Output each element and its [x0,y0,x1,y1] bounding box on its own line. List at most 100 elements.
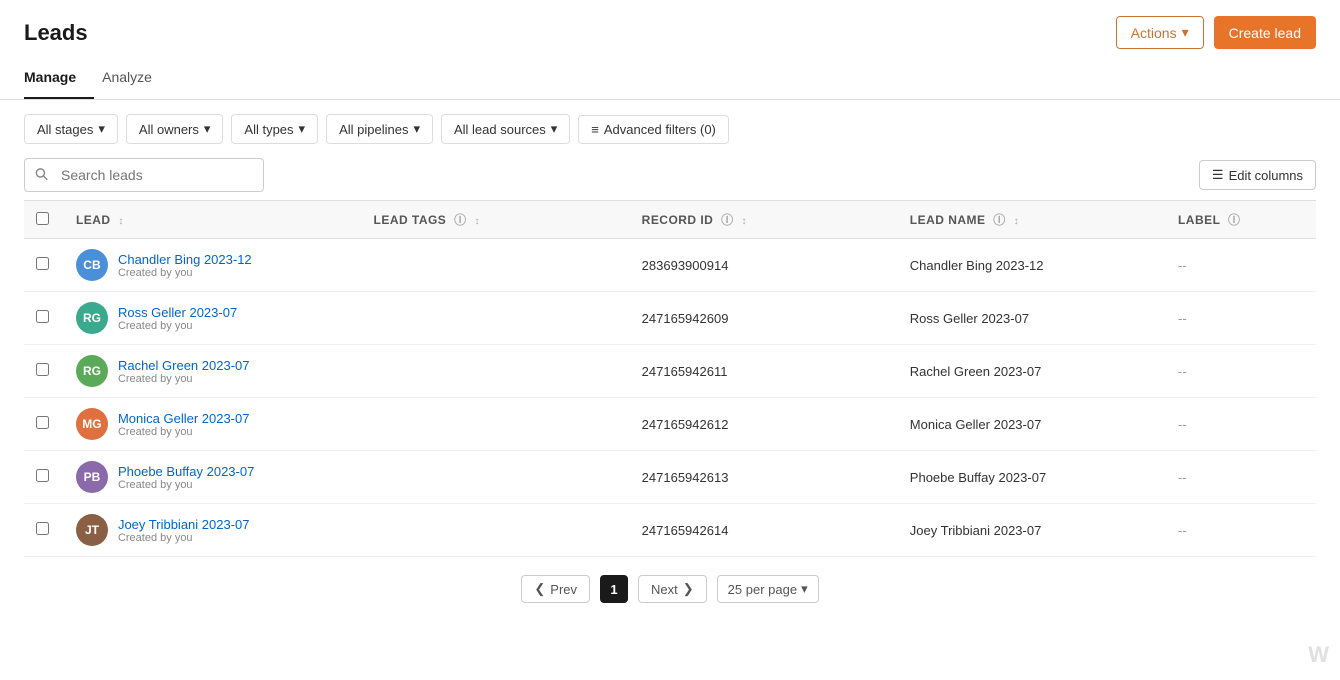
sort-icon[interactable]: ↕ [741,216,746,227]
row-checkbox-cell [24,239,64,292]
filter-pipelines[interactable]: All pipelines ▾ [326,114,433,144]
per-page-label: 25 per page [728,582,797,597]
search-container [24,158,264,192]
row-lead-cell: PB Phoebe Buffay 2023-07 Created by you [64,451,362,504]
row-lead-name: Rachel Green 2023-07 [898,345,1166,398]
row-lead-name: Phoebe Buffay 2023-07 [898,451,1166,504]
table-row: CB Chandler Bing 2023-12 Created by you … [24,239,1316,292]
row-record-id: 283693900914 [630,239,898,292]
row-lead-name: Ross Geller 2023-07 [898,292,1166,345]
filters-bar: All stages ▾ All owners ▾ All types ▾ Al… [0,100,1340,158]
col-lead-name: LEAD NAME ⓘ ↕ [898,201,1166,239]
row-lead-tags [362,398,630,451]
prev-label: Prev [550,582,577,597]
row-checkbox-cell [24,504,64,557]
lead-sub: Created by you [118,479,254,491]
lead-info: Rachel Green 2023-07 Created by you [118,358,250,385]
lead-link[interactable]: Chandler Bing 2023-12 [118,252,252,267]
table-row: RG Ross Geller 2023-07 Created by you 24… [24,292,1316,345]
leads-table: LEAD ↕ LEAD TAGS ⓘ ↕ RECORD ID ⓘ ↕ LEAD … [24,200,1316,557]
lead-link[interactable]: Ross Geller 2023-07 [118,305,237,320]
row-label: -- [1166,504,1316,557]
watermark: W [1308,642,1328,668]
search-icon [34,167,48,184]
next-icon: ❯ [683,581,694,597]
lead-sub: Created by you [118,320,237,332]
row-record-id: 247165942609 [630,292,898,345]
col-record-id-label: RECORD ID [642,213,714,227]
sort-icon[interactable]: ↕ [474,216,479,227]
row-lead-cell: MG Monica Geller 2023-07 Created by you [64,398,362,451]
row-checkbox[interactable] [36,363,49,376]
lead-info: Chandler Bing 2023-12 Created by you [118,252,252,279]
actions-button[interactable]: Actions ▾ [1116,16,1204,49]
row-checkbox[interactable] [36,522,49,535]
lead-link[interactable]: Joey Tribbiani 2023-07 [118,517,250,532]
row-lead-name: Monica Geller 2023-07 [898,398,1166,451]
lead-sub: Created by you [118,373,250,385]
lead-sources-label: All lead sources [454,122,546,137]
filter-types[interactable]: All types ▾ [231,114,318,144]
lead-link[interactable]: Phoebe Buffay 2023-07 [118,464,254,479]
next-button[interactable]: Next ❯ [638,575,707,603]
advanced-label: Advanced filters (0) [604,122,716,137]
chevron-down-icon: ▾ [299,121,306,137]
lead-sub: Created by you [118,267,252,279]
lead-info: Phoebe Buffay 2023-07 Created by you [118,464,254,491]
select-all-checkbox[interactable] [36,212,49,225]
current-page[interactable]: 1 [600,575,628,603]
chevron-down-icon: ▾ [98,121,105,137]
lead-link[interactable]: Monica Geller 2023-07 [118,411,250,426]
sort-icon[interactable]: ↕ [118,216,123,227]
search-bar-row: ☰ Edit columns [24,158,1316,192]
col-lead-label: LEAD [76,213,111,227]
row-checkbox[interactable] [36,416,49,429]
avatar: CB [76,249,108,281]
row-checkbox-cell [24,345,64,398]
row-lead-tags [362,345,630,398]
row-checkbox[interactable] [36,310,49,323]
row-label: -- [1166,345,1316,398]
sort-icon[interactable]: ↕ [1014,216,1019,227]
filter-owners[interactable]: All owners ▾ [126,114,224,144]
advanced-filters-button[interactable]: ≡ Advanced filters (0) [578,115,729,144]
filter-lead-sources[interactable]: All lead sources ▾ [441,114,570,144]
select-all-header [24,201,64,239]
lead-sub: Created by you [118,426,250,438]
row-lead-tags [362,292,630,345]
prev-button[interactable]: ❮ Prev [521,575,590,603]
col-lead-name-label: LEAD NAME [910,213,986,227]
col-label: LABEL ⓘ [1166,201,1316,239]
avatar: RG [76,302,108,334]
table-row: PB Phoebe Buffay 2023-07 Created by you … [24,451,1316,504]
filter-stages[interactable]: All stages ▾ [24,114,118,144]
avatar: JT [76,514,108,546]
col-label-label: LABEL [1178,213,1220,227]
table-row: MG Monica Geller 2023-07 Created by you … [24,398,1316,451]
main-content: ☰ Edit columns LEAD ↕ LEAD TAGS ⓘ ↕ [0,158,1340,615]
avatar: PB [76,461,108,493]
col-lead: LEAD ↕ [64,201,362,239]
search-input[interactable] [24,158,264,192]
tab-manage[interactable]: Manage [24,57,94,99]
row-checkbox[interactable] [36,257,49,270]
col-record-id: RECORD ID ⓘ ↕ [630,201,898,239]
actions-label: Actions [1131,25,1177,41]
chevron-down-icon: ▾ [1182,24,1189,41]
lead-link[interactable]: Rachel Green 2023-07 [118,358,250,373]
edit-columns-button[interactable]: ☰ Edit columns [1199,160,1316,190]
create-lead-button[interactable]: Create lead [1214,16,1316,49]
row-checkbox[interactable] [36,469,49,482]
stages-label: All stages [37,122,93,137]
columns-icon: ☰ [1212,167,1224,183]
row-lead-name: Chandler Bing 2023-12 [898,239,1166,292]
tab-analyze[interactable]: Analyze [102,57,170,99]
row-label: -- [1166,398,1316,451]
col-lead-tags: LEAD TAGS ⓘ ↕ [362,201,630,239]
chevron-down-icon: ▾ [551,121,558,137]
per-page-selector[interactable]: 25 per page ▾ [717,575,819,603]
header-actions: Actions ▾ Create lead [1116,16,1316,49]
info-icon: ⓘ [1228,213,1240,227]
row-lead-tags [362,451,630,504]
filter-lines-icon: ≡ [591,122,599,137]
